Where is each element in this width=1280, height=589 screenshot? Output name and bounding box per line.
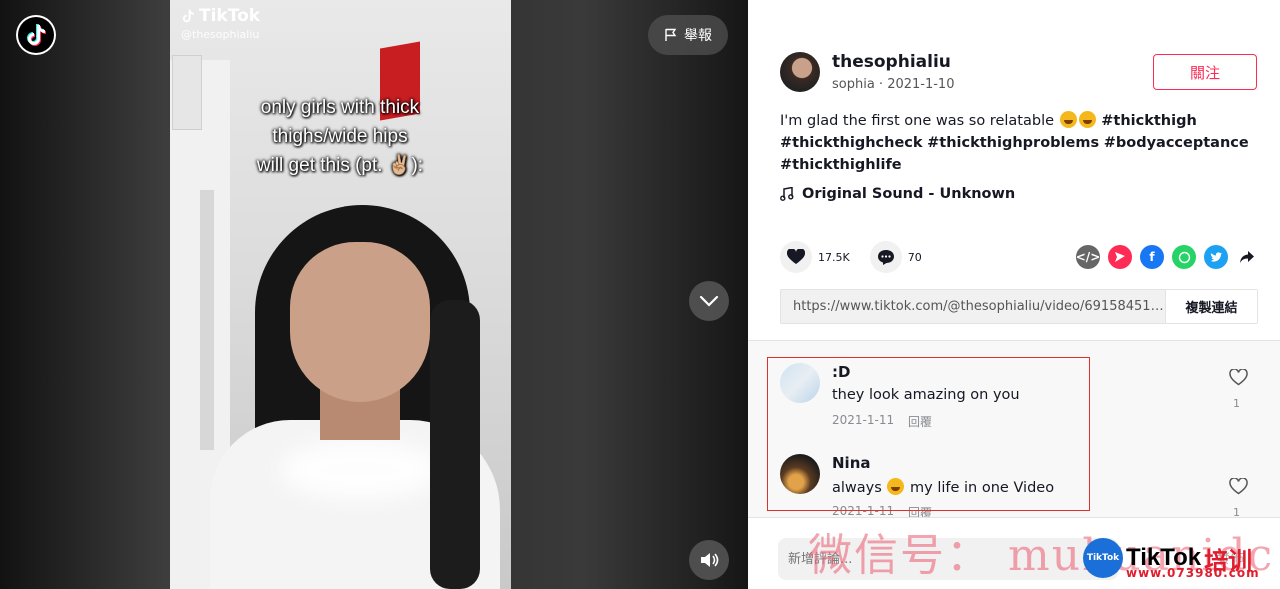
hashtag-link[interactable]: #thickthighproblems xyxy=(927,135,1099,151)
music-link[interactable]: Original Sound - Unknown xyxy=(780,186,1015,202)
whatsapp-icon[interactable] xyxy=(1172,245,1196,269)
copy-link-button[interactable]: 複製連結 xyxy=(1165,290,1257,323)
caption-line: only girls with thick xyxy=(260,97,420,118)
video-link-box: https://www.tiktok.com/@thesophialiu/vid… xyxy=(780,289,1258,324)
author-avatar[interactable] xyxy=(780,52,820,92)
video-link-url[interactable]: https://www.tiktok.com/@thesophialiu/vid… xyxy=(781,299,1165,314)
video-area[interactable]: TikTok @thesophialiu only girls with thi… xyxy=(0,0,748,589)
post-comment-button[interactable]: 發佈 xyxy=(1216,548,1244,568)
comment-like-count: 1 xyxy=(1233,506,1240,517)
grinning-emoji-icon xyxy=(1059,111,1077,128)
video-description: I'm glad the first one was so relatable … xyxy=(780,110,1250,176)
video-handle: @thesophialiu xyxy=(181,28,260,41)
hashtag-link[interactable]: #thickthigh xyxy=(1101,113,1197,129)
heart-icon xyxy=(787,249,805,264)
comment-button[interactable] xyxy=(869,241,902,273)
comment-bar: 發佈 xyxy=(748,517,1280,589)
heart-outline-icon xyxy=(1228,477,1248,495)
facebook-icon[interactable]: f xyxy=(1140,245,1164,269)
flag-icon xyxy=(665,28,677,41)
chevron-down-icon xyxy=(699,295,719,307)
share-icons: </> f xyxy=(1076,245,1258,269)
comment-highlight-box xyxy=(767,357,1090,511)
video-brand-name: TikTok xyxy=(199,6,261,26)
tiktok-logo-icon[interactable] xyxy=(16,15,56,55)
comment-bubble-icon xyxy=(877,249,894,265)
follow-button[interactable]: 關注 xyxy=(1153,54,1257,90)
share-arrow-icon[interactable] xyxy=(1236,246,1258,268)
video-caption: only girls with thick thighs/wide hips w… xyxy=(200,93,480,180)
music-note-icon xyxy=(780,187,794,201)
volume-button[interactable] xyxy=(689,540,729,580)
report-button[interactable]: 舉報 xyxy=(648,15,728,55)
next-video-button[interactable] xyxy=(689,281,729,321)
like-button[interactable] xyxy=(780,241,812,273)
embed-icon[interactable]: </> xyxy=(1076,245,1100,269)
author-meta: sophia · 2021-1-10 xyxy=(832,77,955,92)
comment-count: 70 xyxy=(907,250,922,264)
heart-outline-icon xyxy=(1228,368,1248,386)
hashtag-link[interactable]: #bodyacceptance xyxy=(1104,135,1249,151)
comment-like-button[interactable] xyxy=(1228,477,1248,499)
like-count: 17.5K xyxy=(818,250,850,264)
hashtag-link[interactable]: #thickthighcheck xyxy=(780,135,923,151)
music-title: Original Sound - Unknown xyxy=(802,186,1016,202)
comment-input[interactable] xyxy=(778,538,1118,580)
tiktok-note-icon xyxy=(182,9,194,23)
video-subject-face xyxy=(290,242,430,402)
laughing-emoji-icon xyxy=(1078,111,1096,128)
actions-row: 17.5K 70 </> f xyxy=(780,240,1258,274)
video-player[interactable] xyxy=(170,0,511,589)
caption-line: will get this (pt. ✌🏼): xyxy=(256,155,424,176)
author-username[interactable]: thesophialiu xyxy=(832,52,951,72)
video-background-vent xyxy=(172,55,202,130)
video-watermark: TikTok @thesophialiu xyxy=(181,6,260,41)
hashtag-link[interactable]: #thickthighlife xyxy=(780,157,902,173)
speaker-icon xyxy=(701,553,719,567)
video-background-door xyxy=(200,190,214,450)
video-subject-hair-front xyxy=(430,300,480,589)
video-light-glow xyxy=(280,440,440,500)
report-label: 舉報 xyxy=(684,28,712,44)
caption-line: thighs/wide hips xyxy=(272,126,408,147)
comment-like-count: 1 xyxy=(1233,397,1240,410)
description-text: I'm glad the first one was so relatable xyxy=(780,113,1055,129)
send-icon[interactable] xyxy=(1108,245,1132,269)
twitter-icon[interactable] xyxy=(1204,245,1228,269)
comment-like-button[interactable] xyxy=(1228,368,1248,390)
